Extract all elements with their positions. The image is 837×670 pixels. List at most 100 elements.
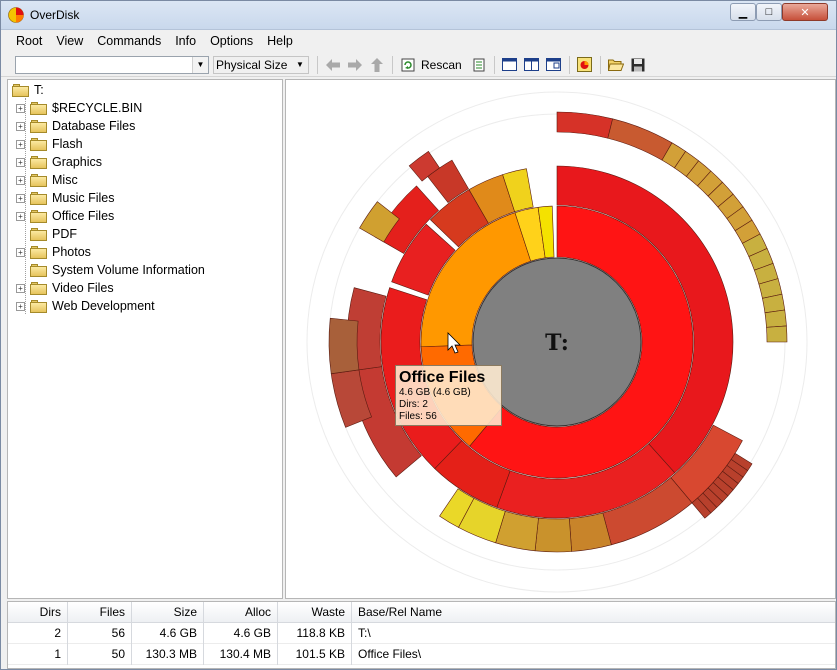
menu-info[interactable]: Info: [168, 32, 203, 50]
toolbar: ▼ Physical Size ▼ Rescan: [1, 53, 836, 77]
sunburst-segment[interactable]: [766, 325, 788, 343]
path-combo[interactable]: ▼: [15, 55, 209, 74]
tree-item[interactable]: PDF: [16, 225, 77, 243]
expand-toggle-icon[interactable]: +: [16, 193, 25, 203]
tree-item-label: Misc: [52, 173, 78, 187]
column-header-size[interactable]: Size: [132, 602, 204, 623]
tree-item[interactable]: + Misc: [16, 171, 78, 189]
folder-open-icon: [12, 83, 29, 97]
tree-item-label: Photos: [52, 245, 91, 259]
tree-item[interactable]: + $RECYCLE.BIN: [16, 99, 142, 117]
minimize-button[interactable]: ▁: [730, 3, 756, 21]
tree-item-label: System Volume Information: [52, 263, 205, 277]
window-title: OverDisk: [30, 8, 80, 22]
sunburst-segment[interactable]: [556, 111, 614, 139]
expand-toggle-icon[interactable]: +: [16, 121, 25, 131]
layout-single-button[interactable]: [501, 56, 519, 74]
tree-root[interactable]: T:: [12, 81, 44, 99]
chevron-down-icon[interactable]: ▼: [292, 56, 308, 73]
toolbar-separator: [599, 55, 601, 74]
column-header-name[interactable]: Base/Rel Name: [352, 602, 835, 623]
up-button[interactable]: [368, 56, 386, 74]
report-button[interactable]: [470, 56, 488, 74]
expand-toggle-icon[interactable]: +: [16, 283, 25, 293]
open-button[interactable]: [607, 56, 625, 74]
cell-size: 130.3 MB: [132, 644, 204, 665]
tree-item[interactable]: + Video Files: [16, 279, 114, 297]
folder-tree[interactable]: T: + $RECYCLE.BIN + Database Files + Flash + Gr…: [7, 79, 283, 599]
folder-icon: [30, 101, 47, 115]
cell-files: 56: [68, 623, 132, 644]
size-mode-combo[interactable]: Physical Size ▼: [213, 55, 309, 74]
expand-toggle-icon[interactable]: +: [16, 175, 25, 185]
toolbar-separator: [493, 55, 495, 74]
tree-item[interactable]: System Volume Information: [16, 261, 205, 279]
size-mode-value: Physical Size: [216, 57, 288, 72]
folder-icon: [30, 191, 47, 205]
close-button[interactable]: ✕: [782, 3, 828, 21]
tree-item[interactable]: + Graphics: [16, 153, 102, 171]
tree-item-label: Web Development: [52, 299, 155, 313]
tree-item[interactable]: + Music Files: [16, 189, 115, 207]
cell-dirs: 1: [8, 644, 68, 665]
column-header-dirs[interactable]: Dirs: [8, 602, 68, 623]
tooltip-dirs: Dirs: 2: [399, 399, 428, 410]
toolbar-separator: [568, 55, 570, 74]
chevron-down-icon[interactable]: ▼: [192, 56, 208, 73]
folder-icon: [30, 245, 47, 259]
cell-waste: 118.8 KB: [278, 623, 352, 644]
expand-toggle-icon[interactable]: +: [16, 301, 25, 311]
folder-open-icon: [607, 59, 624, 71]
tooltip-files: Files: 56: [399, 411, 437, 422]
sunburst-segment[interactable]: [607, 118, 673, 161]
back-button[interactable]: [324, 56, 342, 74]
split-layout-icon: [524, 58, 540, 71]
column-header-files[interactable]: Files: [68, 602, 132, 623]
menu-help[interactable]: Help: [260, 32, 300, 50]
toolbar-separator: [317, 55, 318, 74]
menu-view[interactable]: View: [49, 32, 90, 50]
info-layout-icon: [546, 58, 562, 71]
table-row[interactable]: 2 56 4.6 GB 4.6 GB 118.8 KB T:\: [8, 623, 835, 644]
export-button[interactable]: [576, 56, 594, 74]
maximize-button[interactable]: □: [756, 3, 782, 21]
rescan-label[interactable]: Rescan: [421, 58, 462, 72]
tree-item[interactable]: + Web Development: [16, 297, 155, 315]
cell-files: 50: [68, 644, 132, 665]
details-list[interactable]: Dirs Files Size Alloc Waste Base/Rel Nam…: [7, 601, 836, 669]
tree-item[interactable]: + Database Files: [16, 117, 135, 135]
details-list-header: Dirs Files Size Alloc Waste Base/Rel Nam…: [8, 602, 835, 623]
expand-toggle-icon[interactable]: +: [16, 157, 25, 167]
cell-size: 4.6 GB: [132, 623, 204, 644]
expand-toggle-icon[interactable]: +: [16, 247, 25, 257]
rescan-button[interactable]: [399, 56, 417, 74]
folder-icon: [30, 209, 47, 223]
menu-commands[interactable]: Commands: [90, 32, 168, 50]
forward-button[interactable]: [346, 56, 364, 74]
tree-item[interactable]: + Photos: [16, 243, 91, 261]
menu-options[interactable]: Options: [203, 32, 260, 50]
window-layout-icon: [502, 58, 518, 71]
table-row[interactable]: 1 50 130.3 MB 130.4 MB 101.5 KB Office F…: [8, 644, 835, 665]
menu-root[interactable]: Root: [9, 32, 49, 50]
tree-item-label: Graphics: [52, 155, 103, 169]
sunburst-segment[interactable]: [534, 517, 572, 553]
sunburst-chart-pane[interactable]: T: Office Files 4.6 GB (4.6 GB) Dirs: 2 …: [285, 79, 836, 599]
layout-split-button[interactable]: [523, 56, 541, 74]
sunburst-chart[interactable]: T:: [286, 80, 836, 599]
column-header-waste[interactable]: Waste: [278, 602, 352, 623]
tree-item-label: $RECYCLE.BIN: [52, 101, 143, 115]
tree-item[interactable]: + Flash: [16, 135, 83, 153]
save-button[interactable]: [629, 56, 647, 74]
tree-item-label: Office Files: [52, 209, 115, 223]
sunburst-segment[interactable]: [764, 309, 787, 328]
layout-info-button[interactable]: [545, 56, 563, 74]
expand-toggle-icon[interactable]: +: [16, 103, 25, 113]
sunburst-segment[interactable]: [328, 317, 360, 375]
column-header-alloc[interactable]: Alloc: [204, 602, 278, 623]
expand-toggle-icon[interactable]: +: [16, 211, 25, 221]
expand-toggle-icon[interactable]: +: [16, 139, 25, 149]
refresh-icon: [401, 58, 415, 71]
tree-item[interactable]: + Office Files: [16, 207, 114, 225]
tooltip-name: Office Files: [399, 369, 486, 386]
